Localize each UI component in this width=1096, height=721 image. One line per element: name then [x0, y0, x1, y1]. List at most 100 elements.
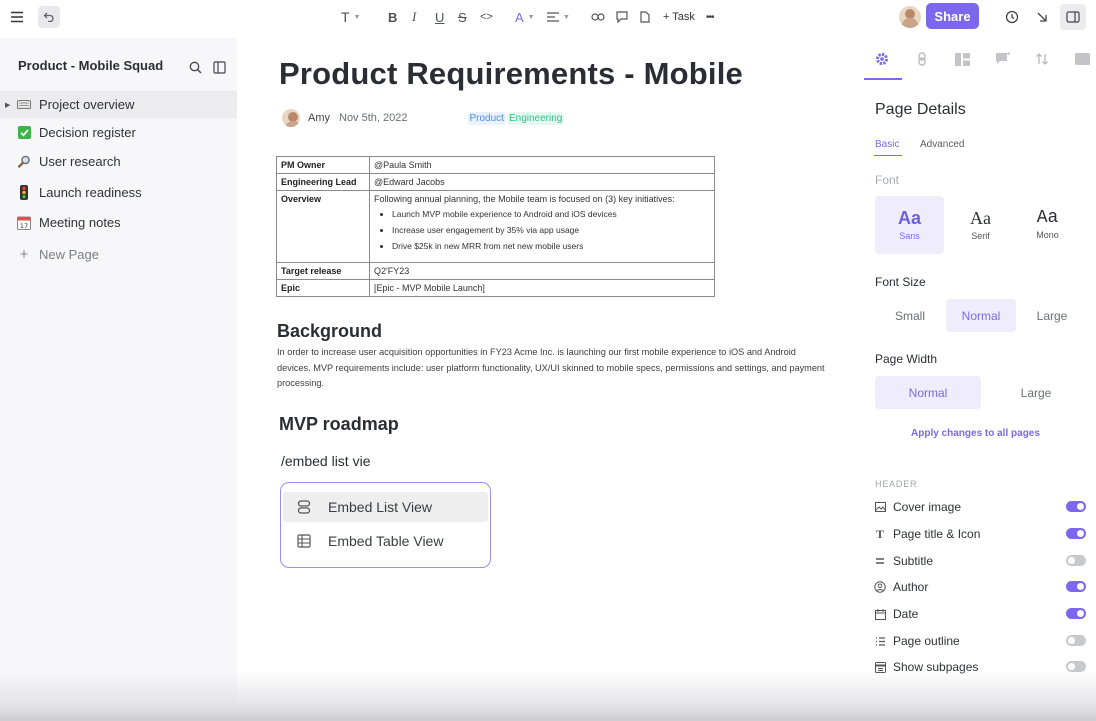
- more-icon: •••: [706, 11, 714, 23]
- strikethrough-button[interactable]: S: [458, 9, 467, 25]
- table-row: Engineering Lead @Edward Jacobs: [276, 173, 715, 191]
- page-date[interactable]: Nov 5th, 2022: [339, 112, 408, 124]
- tab-basic[interactable]: Basic: [875, 139, 899, 150]
- embed-table-view-option[interactable]: Embed Table View: [283, 526, 488, 556]
- collapse-button[interactable]: [1033, 0, 1051, 34]
- subtitle-toggle[interactable]: [1066, 555, 1086, 566]
- menu-icon[interactable]: [8, 0, 26, 34]
- tab-sort[interactable]: [1032, 49, 1052, 69]
- page-width-label: Page Width: [875, 352, 938, 366]
- target-release-value[interactable]: Q2'FY23: [369, 262, 715, 280]
- user-avatar[interactable]: [899, 0, 921, 34]
- toggle-row-date: Date: [874, 604, 1086, 624]
- bold-button[interactable]: B: [388, 9, 397, 25]
- doc-button[interactable]: [640, 9, 650, 25]
- tab-media[interactable]: [1072, 49, 1092, 69]
- font-sample: Aa: [897, 208, 921, 228]
- sidebar: Product - Mobile Squad ▶ Project overvie…: [0, 38, 237, 721]
- code-button[interactable]: <>: [480, 9, 493, 25]
- sidebar-item-decision-register[interactable]: Decision register: [0, 119, 237, 146]
- share-button[interactable]: Share: [926, 3, 979, 29]
- font-color-dropdown[interactable]: A ▼: [515, 9, 535, 25]
- pm-owner-mention[interactable]: @Paula Smith: [369, 156, 715, 174]
- link-button[interactable]: [591, 9, 605, 25]
- font-name: Sans: [899, 231, 920, 241]
- sidebar-item-label: User research: [39, 154, 121, 169]
- embed-list-view-option[interactable]: Embed List View: [283, 492, 488, 522]
- comment-button[interactable]: [616, 9, 628, 25]
- table-key: PM Owner: [276, 156, 370, 174]
- toggle-label: Author: [893, 580, 929, 594]
- text-style-dropdown[interactable]: T ▼: [341, 9, 361, 25]
- active-tab-indicator: [864, 78, 902, 80]
- document-area: Product Requirements - Mobile Amy Nov 5t…: [237, 38, 861, 721]
- author-name[interactable]: Amy: [308, 112, 330, 124]
- header-section-label: HEADER: [875, 479, 918, 489]
- date-toggle[interactable]: [1066, 608, 1086, 619]
- traffic-light-icon: [16, 185, 32, 200]
- author-avatar: [282, 109, 300, 127]
- overview-cell[interactable]: Following annual planning, the Mobile te…: [369, 190, 715, 263]
- workspace-title: Product - Mobile Squad: [18, 58, 164, 73]
- font-option-serif[interactable]: Aa Serif: [946, 196, 1015, 254]
- align-dropdown[interactable]: ▼: [547, 9, 570, 25]
- text-style-icon: T: [341, 9, 350, 25]
- collapse-sidebar-icon[interactable]: [213, 61, 226, 79]
- overview-list: Launch MVP mobile experience to Android …: [392, 209, 710, 251]
- more-button[interactable]: •••: [706, 9, 714, 25]
- page-title[interactable]: Product Requirements - Mobile: [279, 56, 743, 92]
- eng-lead-mention[interactable]: @Edward Jacobs: [369, 173, 715, 191]
- page-title-toggle[interactable]: [1066, 528, 1086, 539]
- arrow-down-right-icon: [1037, 12, 1047, 22]
- background-paragraph[interactable]: In order to increase user acquisition op…: [277, 345, 832, 392]
- panel-title: Page Details: [875, 101, 966, 118]
- table-key: Epic: [276, 279, 370, 297]
- tab-advanced[interactable]: Advanced: [920, 139, 964, 150]
- page-width-normal[interactable]: Normal: [875, 376, 981, 409]
- history-button[interactable]: [1003, 0, 1021, 34]
- page-outline-toggle[interactable]: [1066, 635, 1086, 646]
- table-row: Target release Q2'FY23: [276, 262, 715, 280]
- expand-caret-icon[interactable]: ▶: [5, 101, 10, 109]
- underline-button[interactable]: U: [435, 9, 444, 25]
- font-label: Font: [875, 173, 900, 187]
- tab-comments[interactable]: [992, 49, 1012, 69]
- italic-button[interactable]: I: [412, 9, 416, 25]
- panel-toggle-button[interactable]: [1060, 4, 1086, 30]
- font-size-normal[interactable]: Normal: [946, 299, 1016, 332]
- subtitle-icon: [874, 557, 886, 565]
- font-name: Serif: [971, 231, 990, 241]
- keyboard-icon: [16, 100, 32, 109]
- sidebar-item-project-overview[interactable]: ▶ Project overview: [0, 91, 237, 118]
- list-icon: [874, 636, 886, 646]
- author-toggle[interactable]: [1066, 581, 1086, 592]
- add-task-button[interactable]: + Task: [663, 9, 695, 25]
- sidebar-panel-icon: [1066, 11, 1080, 23]
- tab-relationships[interactable]: [912, 49, 932, 69]
- tab-settings[interactable]: [872, 49, 892, 69]
- bold-icon: B: [388, 9, 398, 25]
- show-subpages-toggle[interactable]: [1066, 661, 1086, 672]
- tag-engineering[interactable]: Engineering: [506, 111, 565, 125]
- slash-command-text[interactable]: /embed list vie: [281, 453, 370, 469]
- tag-product[interactable]: Product: [467, 111, 506, 125]
- search-icon[interactable]: [189, 61, 202, 79]
- font-option-mono[interactable]: Aa Mono: [1013, 196, 1082, 254]
- sidebar-item-meeting-notes[interactable]: 17 Meeting notes: [0, 209, 237, 236]
- font-size-small[interactable]: Small: [875, 299, 945, 332]
- sidebar-item-user-research[interactable]: User research: [0, 148, 237, 175]
- epic-link[interactable]: [Epic - MVP Mobile Launch]: [369, 279, 715, 297]
- tab-layout[interactable]: [952, 49, 972, 69]
- sidebar-item-launch-readiness[interactable]: Launch readiness: [0, 179, 237, 206]
- font-size-large[interactable]: Large: [1017, 299, 1087, 332]
- undo-button[interactable]: [38, 6, 60, 28]
- image-gallery-icon: [1074, 53, 1090, 65]
- new-page-button[interactable]: + New Page: [0, 241, 237, 268]
- font-option-sans[interactable]: Aa Sans: [875, 196, 944, 254]
- overview-intro: Following annual planning, the Mobile te…: [374, 194, 675, 204]
- title-icon: T: [875, 526, 884, 541]
- page-width-large[interactable]: Large: [983, 376, 1089, 409]
- sidebar-item-label: Project overview: [39, 97, 135, 112]
- cover-image-toggle[interactable]: [1066, 501, 1086, 512]
- apply-to-all-link[interactable]: Apply changes to all pages: [911, 428, 1040, 439]
